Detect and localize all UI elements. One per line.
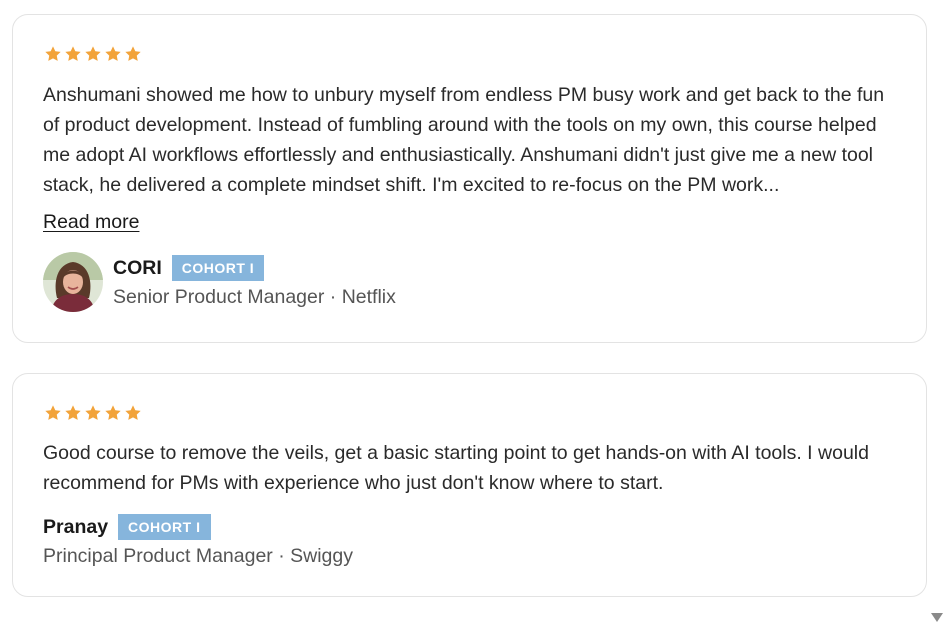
star-rating [44,404,142,422]
star-icon [85,405,101,420]
cohort-badge: COHORT I [171,255,265,281]
star-icon [105,405,121,420]
star-icon [45,405,61,420]
star-icon [125,405,141,420]
review-text: Good course to remove the veils, get a b… [43,442,869,494]
avatar-photo [43,252,103,312]
star-rating [44,45,142,63]
scroll-down-arrow-icon[interactable] [930,611,944,623]
reviewer: Pranay COHORT I Principal Product Manage… [43,513,353,569]
star-icon [65,405,81,420]
star-icon [125,46,141,61]
star-icon [45,46,61,61]
reviewer-name: Pranay [43,515,109,538]
reviewer-role: Principal Product Manager · Swiggy [43,545,353,567]
avatar [43,252,103,312]
reviews-page: Anshumani showed me how to unbury myself… [0,0,947,627]
review-card: Anshumani showed me how to unbury myself… [12,14,927,343]
reviewer-role: Senior Product Manager · Netflix [113,286,396,308]
review-text: Anshumani showed me how to unbury myself… [43,84,885,196]
star-icon [65,46,81,61]
reviewer-name: CORI [113,256,162,279]
read-more-link[interactable]: Read more [43,209,139,235]
star-icon [85,46,101,61]
reviewer: CORI COHORT I Senior Product Manager · N… [43,252,396,312]
star-icon [105,46,121,61]
review-card: Good course to remove the veils, get a b… [12,373,927,597]
cohort-badge: COHORT I [118,514,211,540]
